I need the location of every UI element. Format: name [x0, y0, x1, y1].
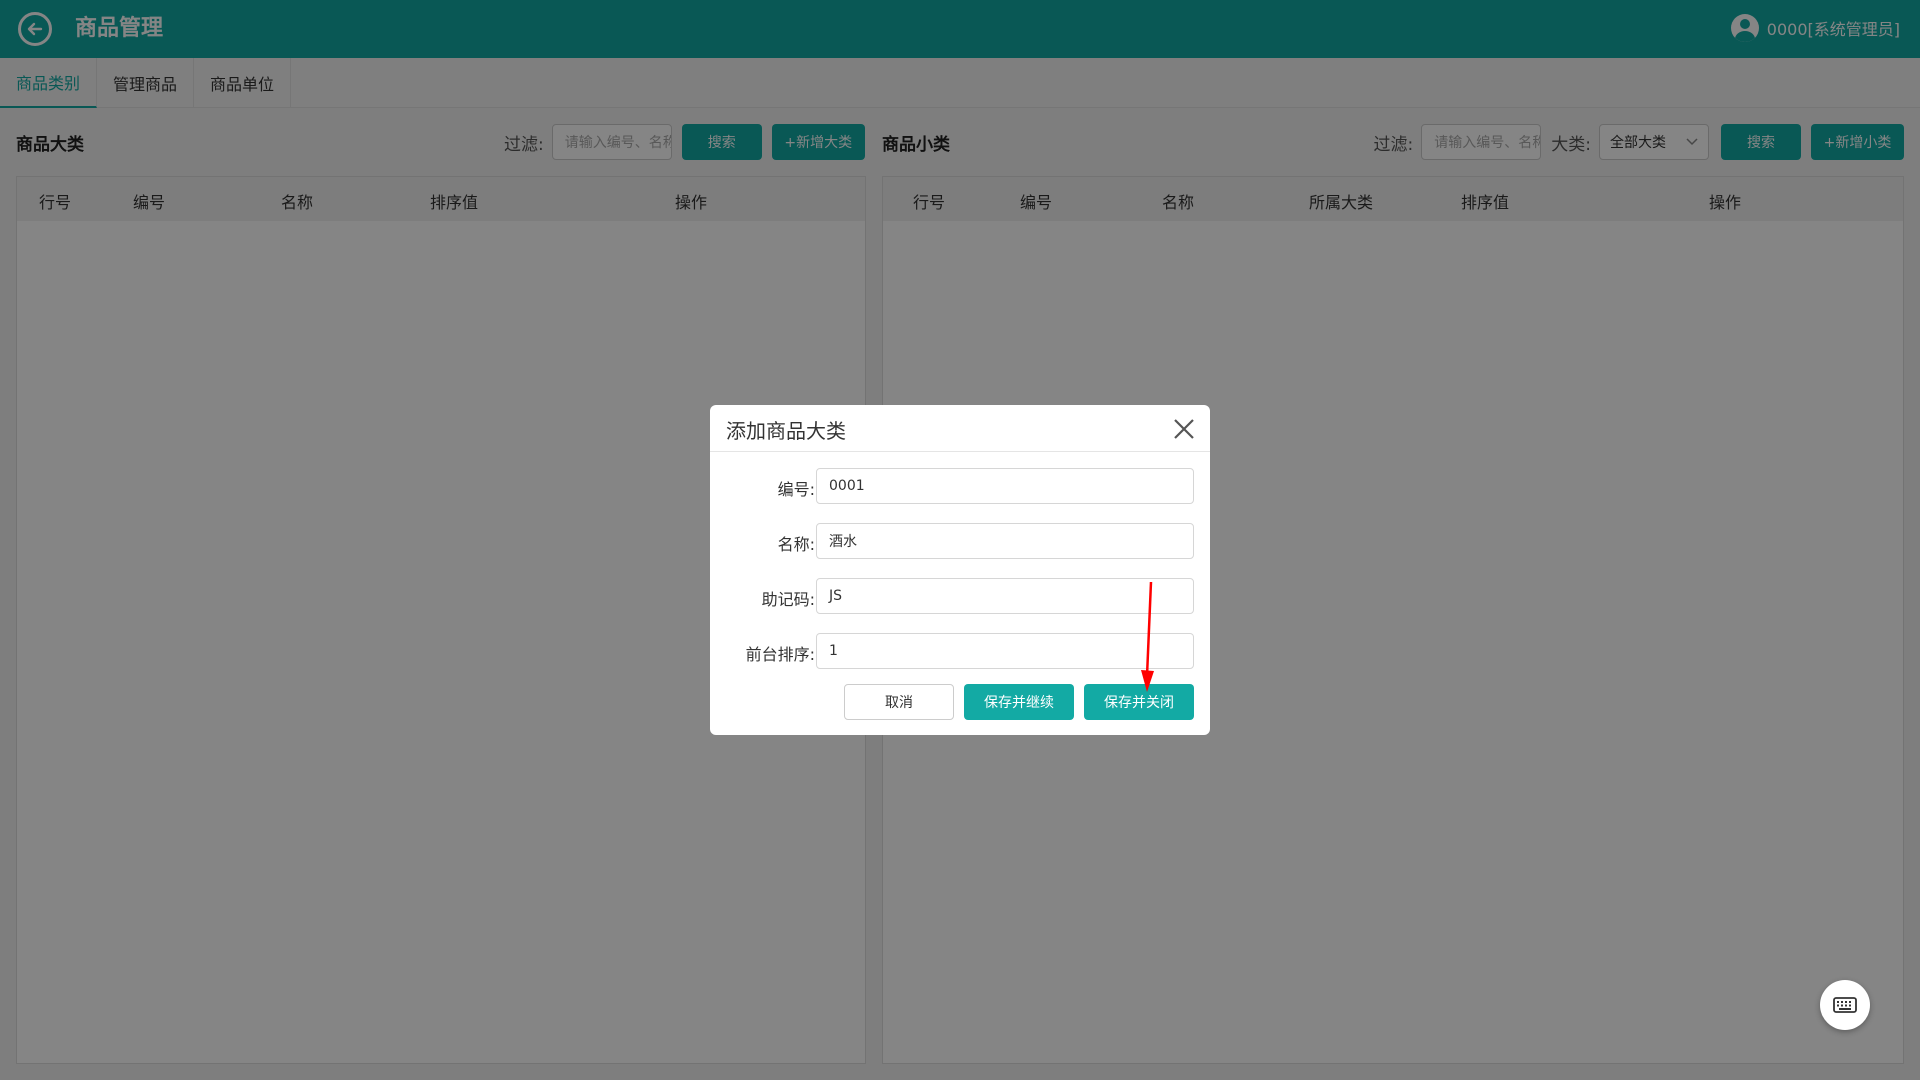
add-category-dialog: 添加商品大类 编号: 0001 名称: 酒水 助记码: JS 前台排序: 1 取…: [710, 405, 1210, 735]
keyboard-button[interactable]: [1820, 980, 1870, 1030]
form-row-sort: 前台排序: 1: [710, 633, 1210, 669]
form-row-name: 名称: 酒水: [710, 523, 1210, 559]
code-input[interactable]: 0001: [816, 468, 1194, 504]
mnemonic-input[interactable]: JS: [816, 578, 1194, 614]
form-row-code: 编号: 0001: [710, 468, 1210, 504]
cancel-button[interactable]: 取消: [844, 684, 954, 720]
code-label: 编号:: [777, 480, 815, 499]
save-continue-button[interactable]: 保存并继续: [964, 684, 1074, 720]
dialog-header: 添加商品大类: [710, 405, 1210, 452]
form-row-mnemonic: 助记码: JS: [710, 578, 1210, 614]
save-close-button[interactable]: 保存并关闭: [1084, 684, 1194, 720]
sort-input[interactable]: 1: [816, 633, 1194, 669]
keyboard-icon: [1833, 997, 1857, 1013]
name-input[interactable]: 酒水: [816, 523, 1194, 559]
close-icon[interactable]: [1172, 417, 1196, 441]
sort-label: 前台排序:: [745, 645, 815, 664]
annotation-arrow-icon: [1141, 581, 1154, 692]
mnemonic-label: 助记码:: [761, 590, 815, 609]
dialog-title: 添加商品大类: [726, 419, 846, 443]
name-label: 名称:: [777, 535, 815, 554]
